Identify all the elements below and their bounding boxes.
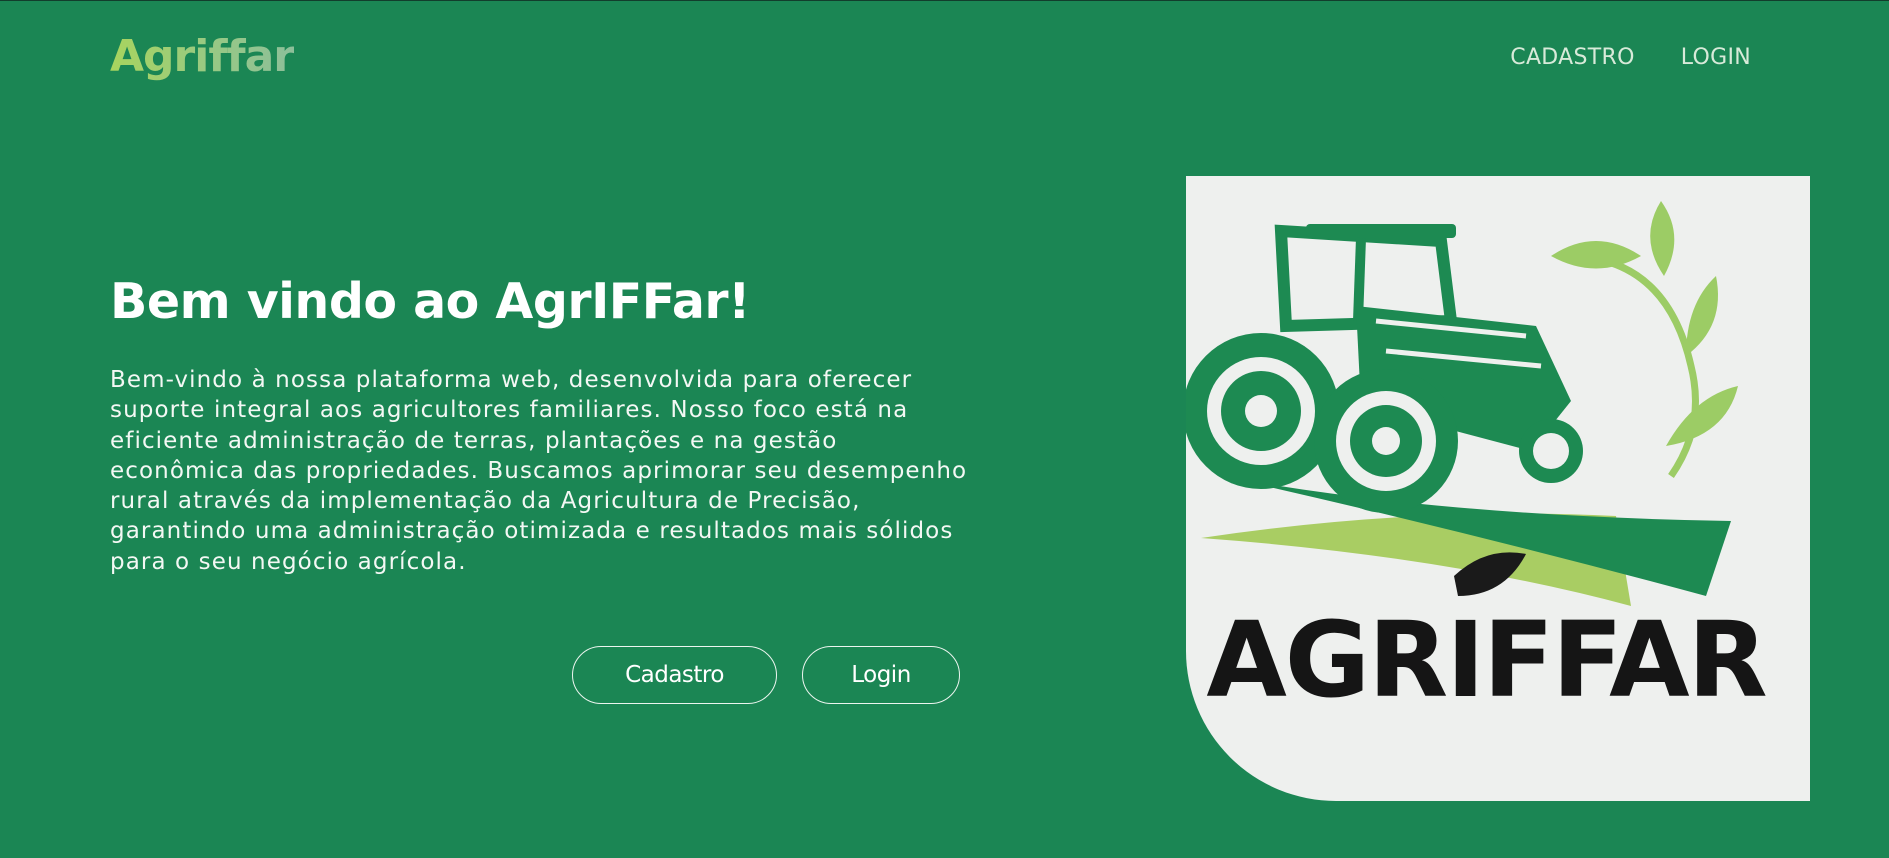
leaf-branch-icon (1551, 201, 1738, 479)
cadastro-button[interactable]: Cadastro (572, 646, 777, 704)
top-nav: CADASTRO LOGIN (1510, 45, 1751, 70)
agriffar-illustration: AGRIFFAR (1186, 201, 1768, 721)
hero-description: Bem-vindo à nossa plataforma web, desenv… (110, 367, 968, 575)
site-header: Agriffar CADASTRO LOGIN (0, 1, 1889, 121)
agriffar-logo-image: AGRIFFAR (1186, 176, 1810, 801)
hero-title: Bem vindo ao AgrIFFar! (110, 273, 750, 330)
brand-logo[interactable]: Agriffar (110, 31, 295, 82)
tractor-icon (1186, 224, 1583, 513)
nav-link-login[interactable]: LOGIN (1681, 45, 1751, 70)
login-button[interactable]: Login (802, 646, 960, 704)
agriffar-wordmark: AGRIFFAR (1206, 599, 1765, 721)
nav-link-cadastro[interactable]: CADASTRO (1510, 45, 1634, 70)
landing-page: Agriffar CADASTRO LOGIN Bem vindo ao Agr… (0, 0, 1889, 858)
